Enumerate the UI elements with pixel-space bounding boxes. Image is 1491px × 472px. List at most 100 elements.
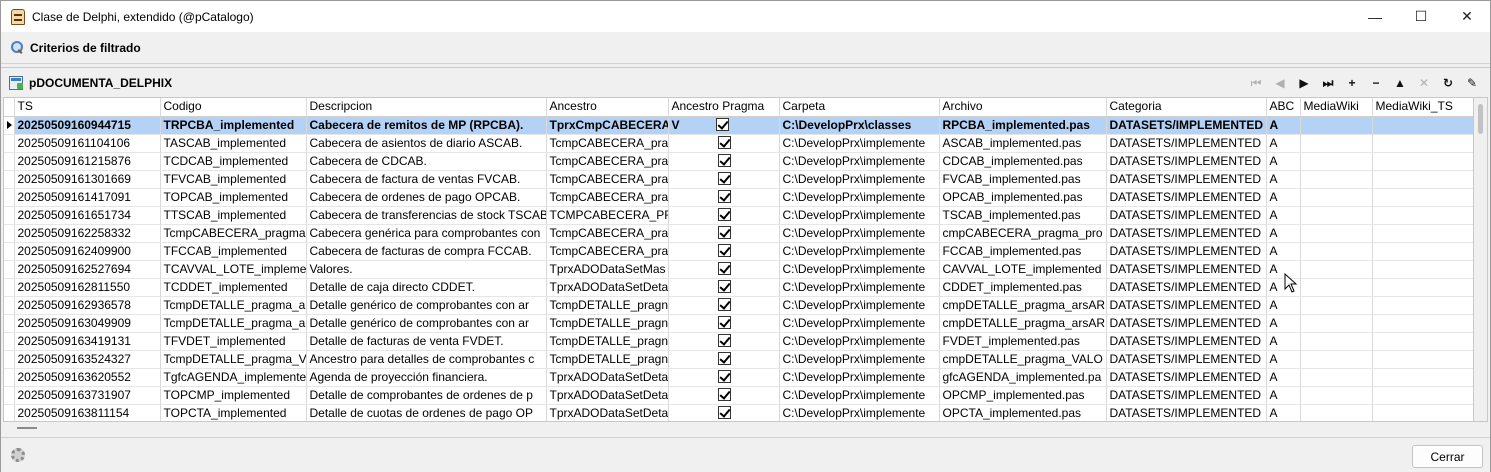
refresh-button[interactable]: ↻ — [1436, 73, 1460, 93]
cell-ts[interactable]: 20250509162409900 — [14, 242, 161, 261]
table-row[interactable]: 20250509163811154 TOPCTA_implemented Detal… — [4, 404, 1473, 421]
maximize-button[interactable]: ☐ — [1398, 1, 1444, 32]
cell-carpeta[interactable]: C:\DevelopPrx\implemente — [779, 350, 940, 369]
cell-archivo[interactable]: FVDET_implemented.pas — [939, 332, 1107, 351]
table-row[interactable]: 20250509161417091 TOPCAB_implemented Cabec… — [4, 188, 1473, 207]
cell-categoria[interactable]: DATASETS/IMPLEMENTED — [1106, 278, 1267, 297]
table-row[interactable]: 20250509162258332 TcmpCABECERA_pragma Cabe… — [4, 224, 1473, 243]
cell-mediawiki-ts[interactable] — [1372, 152, 1473, 171]
cell-carpeta[interactable]: C:\DevelopPrx\implemente — [779, 314, 940, 333]
scrollbar-thumb[interactable] — [1478, 104, 1483, 134]
cell-archivo[interactable]: CAVVAL_LOTE_implemented — [939, 260, 1107, 279]
cell-categoria[interactable]: DATASETS/IMPLEMENTED — [1106, 260, 1267, 279]
cell-descripcion[interactable]: Detalle de comprobantes de ordenes de p — [306, 386, 547, 405]
cell-ancestro[interactable]: TcmpCABECERA_pra — [546, 188, 669, 207]
cell-ts[interactable]: 20250509161215876 — [14, 152, 161, 171]
cell-codigo[interactable]: TgfcAGENDA_implemente — [160, 368, 307, 387]
cell-codigo[interactable]: TcmpDETALLE_pragma_a — [160, 314, 307, 333]
cell-categoria[interactable]: DATASETS/IMPLEMENTED — [1106, 368, 1267, 387]
cell-ancestro-pragma[interactable] — [668, 404, 780, 421]
cell-abc[interactable]: A — [1266, 350, 1301, 369]
cell-archivo[interactable]: OPCAB_implemented.pas — [939, 188, 1107, 207]
cell-abc[interactable]: A — [1266, 224, 1301, 243]
cell-ancestro-pragma[interactable] — [668, 386, 780, 405]
cell-descripcion[interactable]: Valores. — [306, 260, 547, 279]
checkbox-checked[interactable] — [717, 243, 731, 257]
cell-descripcion[interactable]: Cabecera de ordenes de pago OPCAB. — [306, 188, 547, 207]
checkbox-checked[interactable] — [717, 135, 731, 149]
cell-mediawiki[interactable] — [1300, 116, 1373, 135]
cell-carpeta[interactable]: C:\DevelopPrx\implemente — [779, 260, 940, 279]
cell-categoria[interactable]: DATASETS/IMPLEMENTED — [1106, 296, 1267, 315]
cell-ancestro-pragma[interactable] — [668, 242, 780, 261]
cell-ancestro-pragma[interactable] — [668, 206, 780, 225]
cell-descripcion[interactable]: Detalle genérico de comprobantes con ar — [306, 314, 547, 333]
column-header-archivo[interactable]: Archivo — [939, 98, 1107, 117]
data-grid[interactable]: TS Codigo Descripcion Ancestro Ancestro Prag… — [3, 97, 1474, 422]
cell-carpeta[interactable]: C:\DevelopPrx\implemente — [779, 368, 940, 387]
cell-carpeta[interactable]: C:\DevelopPrx\implemente — [779, 206, 940, 225]
cell-descripcion[interactable]: Agenda de proyección financiera. — [306, 368, 547, 387]
cell-abc[interactable]: A — [1266, 134, 1301, 153]
cell-ancestro-pragma[interactable] — [668, 134, 780, 153]
cell-ts[interactable]: 20250509161104106 — [14, 134, 161, 153]
cell-categoria[interactable]: DATASETS/IMPLEMENTED — [1106, 332, 1267, 351]
cell-carpeta[interactable]: C:\DevelopPrx\implemente — [779, 224, 940, 243]
cell-descripcion[interactable]: Detalle de facturas de venta FVDET. — [306, 332, 547, 351]
cell-ancestro-pragma[interactable] — [668, 224, 780, 243]
column-header-ancestro-pragma[interactable]: Ancestro Pragma — [668, 98, 780, 117]
cell-mediawiki[interactable] — [1300, 404, 1373, 421]
cell-abc[interactable]: A — [1266, 314, 1301, 333]
cell-mediawiki-ts[interactable] — [1372, 188, 1473, 207]
delete-record-button[interactable]: − — [1364, 73, 1388, 93]
column-header-codigo[interactable]: Codigo — [160, 98, 307, 117]
cell-mediawiki[interactable] — [1300, 386, 1373, 405]
table-row[interactable]: 20250509163049909 TcmpDETALLE_pragma_a Det… — [4, 314, 1473, 333]
cell-codigo[interactable]: TFVDET_implemented — [160, 332, 307, 351]
cell-ts[interactable]: 20250509163811154 — [14, 404, 161, 421]
checkbox-checked[interactable] — [717, 171, 731, 185]
minimize-button[interactable]: — — [1352, 1, 1398, 32]
prior-record-button[interactable]: ◀ — [1268, 73, 1292, 93]
cell-codigo[interactable]: TOPCMP_implemented — [160, 386, 307, 405]
cell-abc[interactable]: A — [1266, 152, 1301, 171]
cell-archivo[interactable]: cmpDETALLE_pragma_VALO — [939, 350, 1107, 369]
table-row[interactable]: 20250509161651734 TTSCAB_implemented Cabec… — [4, 206, 1473, 225]
cell-archivo[interactable]: CDCAB_implemented.pas — [939, 152, 1107, 171]
cell-archivo[interactable]: OPCMP_implemented.pas — [939, 386, 1107, 405]
cell-categoria[interactable]: DATASETS/IMPLEMENTED — [1106, 206, 1267, 225]
cell-mediawiki-ts[interactable] — [1372, 314, 1473, 333]
cell-mediawiki[interactable] — [1300, 350, 1373, 369]
cell-abc[interactable]: A — [1266, 386, 1301, 405]
cell-ts[interactable]: 20250509163620552 — [14, 368, 161, 387]
cell-carpeta[interactable]: C:\DevelopPrx\implemente — [779, 242, 940, 261]
cell-ancestro[interactable]: TcmpCABECERA_pra — [546, 152, 669, 171]
table-row[interactable]: 20250509162936578 TcmpDETALLE_pragma_a Det… — [4, 296, 1473, 315]
cell-mediawiki-ts[interactable] — [1372, 404, 1473, 421]
cell-ts[interactable]: 20250509163049909 — [14, 314, 161, 333]
cell-archivo[interactable]: ASCAB_implemented.pas — [939, 134, 1107, 153]
table-row[interactable]: 20250509162811550 TCDDET_implemented Detal… — [4, 278, 1473, 297]
cell-descripcion[interactable]: Cabecera de CDCAB. — [306, 152, 547, 171]
cell-mediawiki-ts[interactable] — [1372, 116, 1473, 135]
checkbox-checked[interactable] — [717, 261, 731, 275]
cell-abc[interactable]: A — [1266, 188, 1301, 207]
cell-ancestro[interactable]: TprxADODataSetDeta — [546, 368, 669, 387]
cell-descripcion[interactable]: Detalle de cuotas de ordenes de pago OP — [306, 404, 547, 421]
cell-mediawiki[interactable] — [1300, 332, 1373, 351]
cell-categoria[interactable]: DATASETS/IMPLEMENTED — [1106, 116, 1267, 135]
cell-codigo[interactable]: TASCAB_implemented — [160, 134, 307, 153]
cell-categoria[interactable]: DATASETS/IMPLEMENTED — [1106, 152, 1267, 171]
cell-abc[interactable]: A — [1266, 170, 1301, 189]
cell-categoria[interactable]: DATASETS/IMPLEMENTED — [1106, 386, 1267, 405]
cell-descripcion[interactable]: Cabecera de transferencias de stock TSCA… — [306, 206, 547, 225]
checkbox-checked[interactable] — [717, 297, 731, 311]
checkbox-checked[interactable] — [717, 189, 731, 203]
cell-abc[interactable]: A — [1266, 332, 1301, 351]
cell-archivo[interactable]: cmpDETALLE_pragma_arsAR — [939, 314, 1107, 333]
cell-mediawiki[interactable] — [1300, 170, 1373, 189]
next-record-button[interactable]: ▶ — [1292, 73, 1316, 93]
cell-archivo[interactable]: cmpDETALLE_pragma_arsAR — [939, 296, 1107, 315]
cell-ts[interactable]: 20250509163524327 — [14, 350, 161, 369]
cell-abc[interactable]: A — [1266, 296, 1301, 315]
